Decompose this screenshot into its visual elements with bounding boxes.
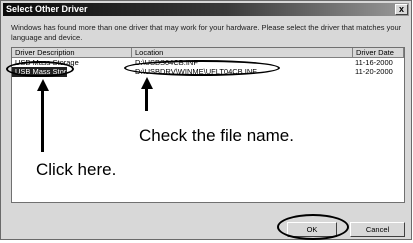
callout-oval-location: [124, 60, 280, 76]
arrow-shaft: [41, 90, 44, 152]
column-header-location[interactable]: Location: [132, 48, 353, 58]
arrow-shaft: [145, 88, 148, 111]
callout-oval-description: [6, 61, 74, 77]
title-bar: Select Other Driver x: [3, 3, 409, 16]
cancel-button[interactable]: Cancel: [350, 222, 405, 237]
driver-date: 11-16-2000: [355, 58, 393, 67]
close-icon: x: [398, 4, 404, 14]
dialog-title: Select Other Driver: [6, 4, 88, 14]
callout-oval-ok: [277, 214, 349, 240]
annotation-click-here: Click here.: [36, 160, 117, 179]
select-other-driver-dialog: Select Other Driver x Windows has found …: [0, 0, 412, 240]
driver-date: 11-20-2000: [355, 67, 393, 76]
column-header-date[interactable]: Driver Date: [353, 48, 404, 58]
dialog-message: Windows has found more than one driver t…: [11, 23, 402, 42]
annotation-check-file: Check the file name.: [139, 126, 294, 145]
column-header-description[interactable]: Driver Description: [12, 48, 132, 58]
close-button[interactable]: x: [395, 4, 408, 15]
